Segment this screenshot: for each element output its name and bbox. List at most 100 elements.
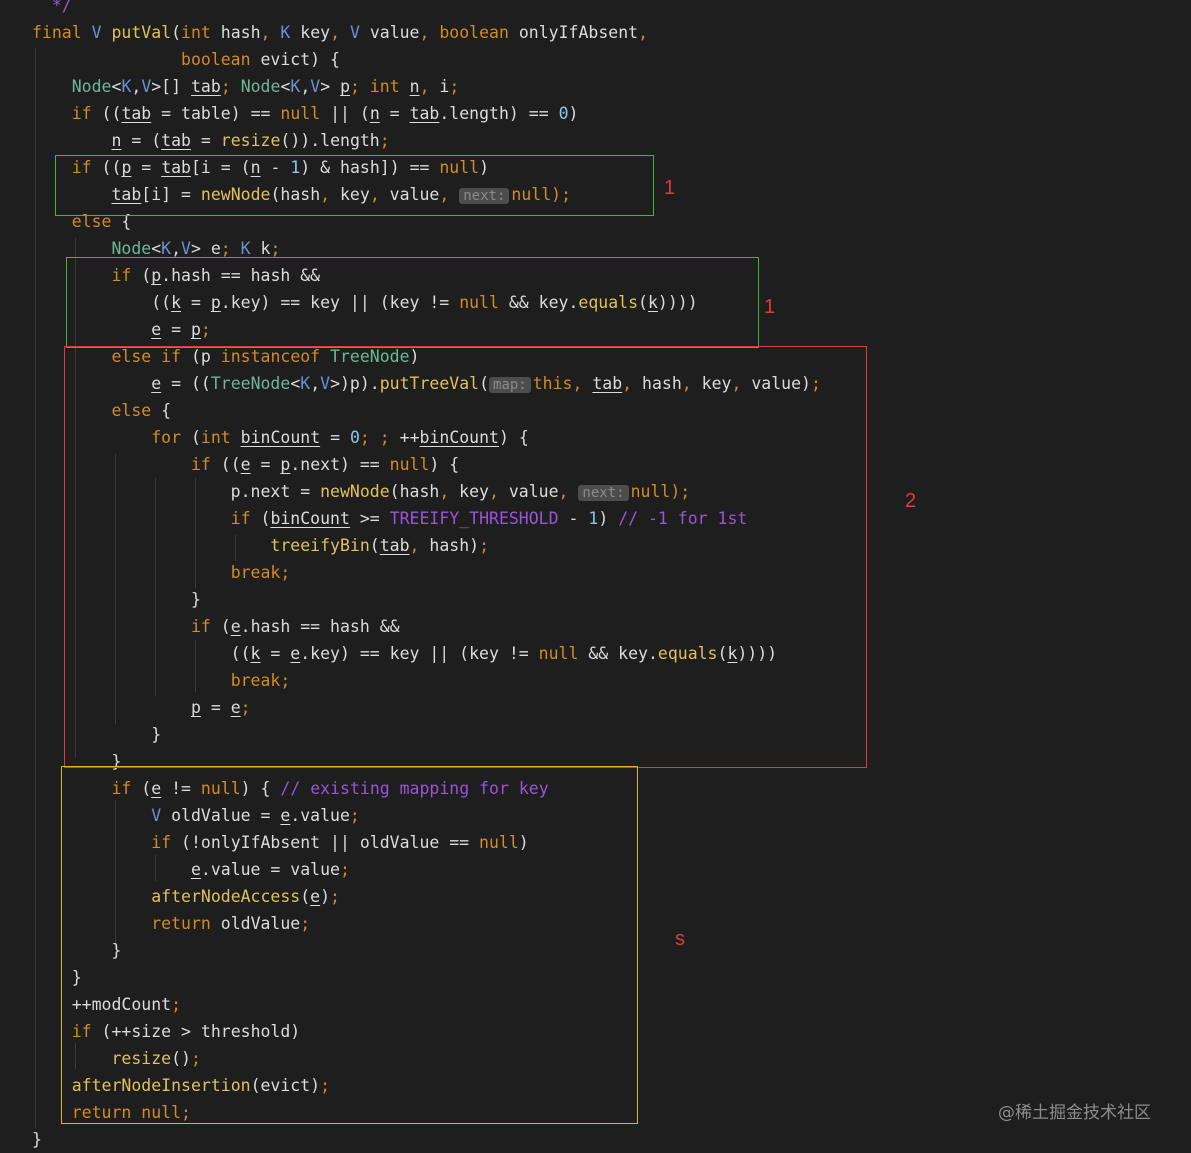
watermark: @稀土掘金技术社区: [998, 1103, 1151, 1123]
code-token: =: [190, 131, 221, 150]
code-token: e: [210, 239, 221, 258]
code-token: >[]: [151, 77, 191, 96]
code-token: ;: [350, 77, 360, 96]
code-token: =: [379, 104, 410, 123]
code-token: ;: [220, 239, 231, 258]
code-token: .length) ==: [439, 104, 559, 123]
code-token: */: [32, 0, 72, 15]
annotation-label-1b: 1: [764, 296, 776, 318]
code-token: ,: [330, 23, 341, 42]
code-token: ,: [419, 23, 430, 42]
code-token: K: [240, 239, 251, 258]
code-token: Node: [111, 239, 152, 258]
code-line[interactable]: n = (tab = resize()).length;: [32, 127, 390, 154]
code-token: int: [369, 77, 400, 96]
code-token: hash: [210, 23, 261, 42]
code-token: Node: [71, 77, 112, 96]
code-token: >: [320, 77, 341, 96]
code-token: }: [32, 1130, 42, 1149]
code-token: K: [280, 23, 291, 42]
code-line[interactable]: */: [32, 0, 72, 19]
code-token: ,: [260, 23, 271, 42]
code-token: ,: [638, 23, 648, 42]
code-token: V: [349, 23, 360, 42]
annotation-box-2: [64, 346, 867, 768]
code-token: ()).length: [280, 131, 380, 150]
code-line[interactable]: }: [32, 1126, 42, 1153]
code-token: <: [280, 77, 291, 96]
code-token: ;: [220, 77, 231, 96]
code-token: K: [161, 239, 172, 258]
code-token: k: [260, 239, 271, 258]
code-token: value: [359, 23, 420, 42]
code-token: tab: [409, 104, 440, 123]
code-token: ((: [91, 104, 122, 123]
code-line[interactable]: Node<K,V>[] tab; Node<K,V> p; int n, i;: [32, 73, 460, 100]
code-token: n: [111, 131, 122, 150]
code-token: key: [290, 23, 331, 42]
code-token: int: [181, 23, 211, 42]
code-token: V: [91, 23, 102, 42]
annotation-label-1a: 1: [664, 177, 676, 199]
code-line[interactable]: final V putVal(int hash, K key, V value,…: [32, 19, 648, 46]
code-token: p: [340, 77, 350, 96]
code-token: || (: [320, 104, 370, 123]
code-token: Node: [240, 77, 281, 96]
code-token: if: [71, 104, 92, 123]
code-token: tab: [161, 131, 191, 150]
code-token: ;: [379, 131, 390, 150]
code-token: V: [141, 77, 152, 96]
code-token: tab: [191, 77, 221, 96]
code-token: onlyIfAbsent: [508, 23, 639, 42]
annotation-box-1a: [55, 155, 654, 216]
code-token: boolean: [439, 23, 509, 42]
code-token: n: [409, 77, 420, 96]
code-token: ;: [449, 77, 460, 96]
code-token: tab: [121, 104, 152, 123]
code-token: ,: [419, 77, 430, 96]
annotation-label-s: s: [675, 928, 685, 950]
code-token: <: [151, 239, 162, 258]
code-token: <: [111, 77, 122, 96]
code-token: ): [568, 104, 579, 123]
code-token: V: [181, 239, 191, 258]
code-token: >: [190, 239, 211, 258]
annotation-box-s: [61, 766, 638, 1124]
code-token: i: [429, 77, 450, 96]
code-token: null: [280, 104, 321, 123]
code-token: boolean: [181, 50, 251, 69]
code-token: ,: [300, 77, 311, 96]
code-token: n: [369, 104, 380, 123]
code-token: V: [310, 77, 321, 96]
code-token: (: [171, 23, 182, 42]
code-token: = table) ==: [151, 104, 281, 123]
code-token: ,: [131, 77, 142, 96]
code-editor[interactable]: */final V putVal(int hash, K key, V valu…: [0, 0, 1191, 1152]
code-token: final: [32, 23, 82, 42]
code-token: ,: [171, 239, 182, 258]
code-token: = (: [121, 131, 162, 150]
code-token: K: [290, 77, 301, 96]
code-token: K: [121, 77, 132, 96]
code-token: putVal: [111, 23, 172, 42]
code-line[interactable]: if ((tab = table) == null || (n = tab.le…: [32, 100, 579, 127]
code-line[interactable]: boolean evict) {: [32, 46, 340, 73]
code-token: ;: [270, 239, 281, 258]
annotation-label-2: 2: [905, 490, 917, 512]
annotation-box-1b: [66, 257, 759, 348]
